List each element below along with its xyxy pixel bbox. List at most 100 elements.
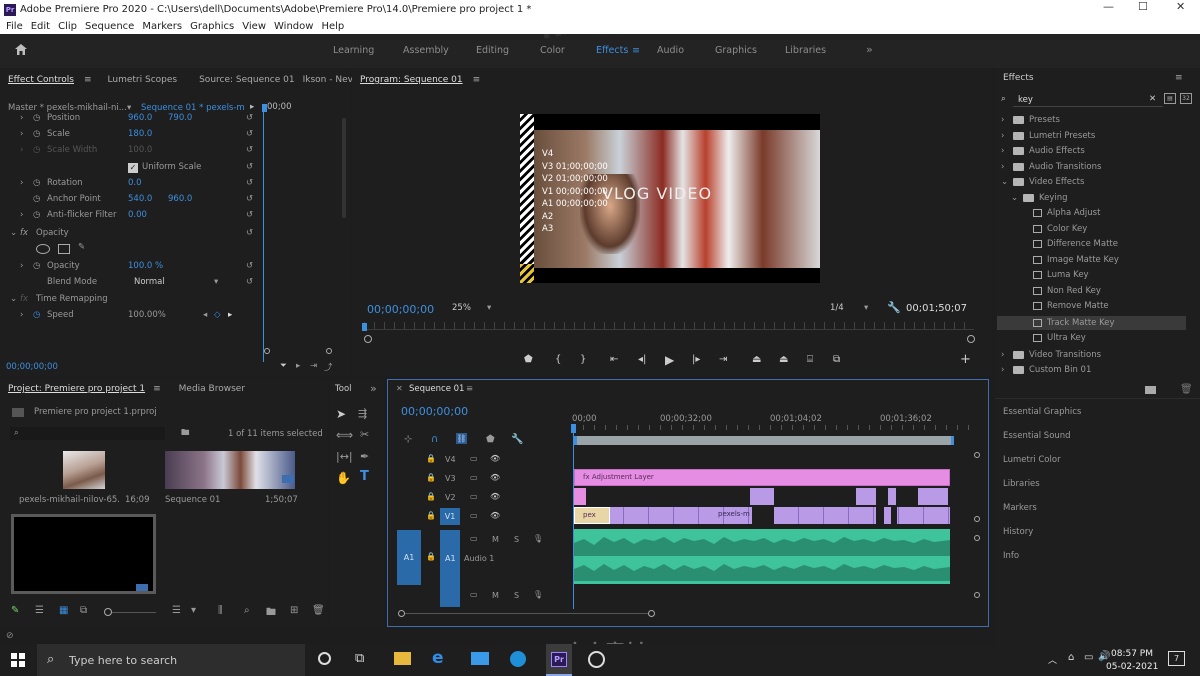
- expand-arrow-icon[interactable]: ›: [20, 145, 23, 155]
- menu-window[interactable]: Window: [274, 21, 313, 32]
- panel-history[interactable]: History: [1003, 527, 1033, 537]
- v2-clip[interactable]: [750, 488, 774, 505]
- rectangle-mask-icon[interactable]: [58, 244, 70, 254]
- stopwatch-icon[interactable]: ◷: [33, 178, 40, 188]
- lock-icon[interactable]: 🔒: [426, 473, 436, 482]
- collapse-arrow-icon[interactable]: ⌄: [1011, 193, 1023, 203]
- clear-search-icon[interactable]: ✕: [1149, 94, 1156, 104]
- vertical-scroll-handle[interactable]: [974, 452, 980, 458]
- reset-icon[interactable]: ↺: [246, 210, 253, 220]
- horizontal-zoom-handle-right[interactable]: [648, 610, 655, 617]
- export-frame-camera-icon[interactable]: ⌸: [807, 354, 813, 365]
- pen-tool-icon[interactable]: ✒: [360, 450, 369, 463]
- eye-icon[interactable]: 👁: [490, 492, 500, 501]
- anchor-x-value[interactable]: 540.0: [128, 194, 152, 204]
- ruler-ticks[interactable]: [572, 425, 972, 430]
- timeline-playhead[interactable]: [571, 424, 576, 433]
- reset-icon[interactable]: ↺: [246, 277, 253, 287]
- show-hidden-icons-icon[interactable]: ︿: [1048, 653, 1057, 666]
- tree-item-lumetri-presets[interactable]: › Lumetri Presets: [1001, 129, 1095, 143]
- expand-arrow-icon[interactable]: ›: [20, 129, 23, 139]
- tree-item-audio-effects[interactable]: › Audio Effects: [1001, 144, 1085, 158]
- tab-project[interactable]: Project: Premiere pro project 1: [0, 384, 153, 394]
- expand-arrow-icon[interactable]: ›: [20, 261, 23, 271]
- uniform-scale-checkbox[interactable]: ✓: [128, 163, 138, 173]
- close-icon[interactable]: ✕: [1176, 0, 1185, 13]
- sequence-clip-label[interactable]: Sequence 01 * pexels-m: [141, 103, 245, 113]
- menu-markers[interactable]: Markers: [142, 21, 182, 32]
- solo-button[interactable]: S: [514, 591, 519, 600]
- workspace-libraries[interactable]: Libraries: [785, 45, 826, 56]
- dropdown-arrow-icon[interactable]: ▾: [214, 277, 218, 287]
- filter-icon[interactable]: ⏷: [280, 361, 287, 371]
- hand-tool-icon[interactable]: ✋: [336, 471, 351, 485]
- extract-icon[interactable]: ⏏: [779, 354, 788, 365]
- adjustment-layer-clip[interactable]: fx Adjustment Layer: [574, 469, 950, 486]
- effects-search-input[interactable]: key: [1018, 95, 1033, 105]
- delete-icon[interactable]: 🗑: [1180, 384, 1193, 395]
- expand-arrow-icon[interactable]: ›: [20, 113, 23, 123]
- menu-edit[interactable]: Edit: [31, 21, 50, 32]
- sort-icon[interactable]: ☰: [172, 605, 181, 616]
- master-clip-label[interactable]: Master * pexels-mikhail-ni...: [8, 103, 128, 113]
- stopwatch-icon[interactable]: ◷: [33, 261, 40, 271]
- menu-file[interactable]: File: [6, 21, 23, 32]
- mail-icon[interactable]: [471, 652, 489, 665]
- voiceover-mic-icon[interactable]: 🎙: [533, 590, 543, 599]
- vertical-scroll-handle[interactable]: [974, 592, 980, 598]
- effects-menu-icon[interactable]: ≡: [1175, 73, 1183, 83]
- blend-mode-select[interactable]: Normal: [134, 277, 165, 287]
- more-panels-icon[interactable]: »: [370, 382, 377, 395]
- snap-icon[interactable]: ∩: [431, 434, 438, 445]
- workspace-editing[interactable]: Editing: [476, 45, 509, 56]
- app-icon[interactable]: [588, 651, 605, 668]
- lift-icon[interactable]: ⏏: [752, 354, 761, 365]
- panel-markers[interactable]: Markers: [1003, 503, 1037, 513]
- list-view-icon[interactable]: ☰: [35, 605, 44, 616]
- reset-icon[interactable]: ↺: [246, 129, 253, 139]
- zoom-slider-track[interactable]: [112, 612, 156, 613]
- lock-icon[interactable]: 🔒: [426, 454, 436, 463]
- status-icon[interactable]: ⊘: [6, 631, 14, 641]
- linked-selection-icon[interactable]: ⛓: [456, 433, 467, 444]
- program-zoom-handle-left[interactable]: [364, 335, 372, 343]
- nest-icon[interactable]: ⊹: [404, 434, 412, 445]
- sync-lock-icon[interactable]: ▭: [470, 454, 478, 463]
- vertical-scroll-handle[interactable]: [974, 535, 980, 541]
- tree-item-audio-transitions[interactable]: › Audio Transitions: [1001, 160, 1101, 174]
- comparison-view-icon[interactable]: ⧉: [833, 354, 840, 365]
- play-only-audio-icon[interactable]: ▸: [250, 102, 254, 112]
- automate-to-sequence-icon[interactable]: ⫼: [218, 605, 223, 616]
- menu-sequence[interactable]: Sequence: [85, 21, 134, 32]
- workspace-assembly[interactable]: Assembly: [403, 45, 449, 56]
- ec-scrollbar[interactable]: [342, 118, 346, 218]
- type-tool-icon[interactable]: T: [360, 469, 369, 484]
- clear-icon[interactable]: 🗑: [312, 605, 325, 616]
- pen-mask-icon[interactable]: ✎: [78, 242, 85, 252]
- new-bin-icon[interactable]: [1145, 386, 1156, 394]
- new-item-icon[interactable]: ⊞: [290, 605, 298, 616]
- zoom-handle-right[interactable]: [326, 348, 332, 354]
- more-workspaces-icon[interactable]: »: [866, 43, 873, 56]
- timeline-settings-wrench-icon[interactable]: 🔧: [511, 434, 523, 445]
- reset-icon[interactable]: ↺: [246, 162, 253, 172]
- sequence-thumbnail[interactable]: [165, 451, 295, 489]
- timeline-menu-icon[interactable]: ≡: [466, 384, 473, 394]
- home-icon[interactable]: [14, 43, 28, 56]
- source-patch-a1[interactable]: A1: [397, 530, 421, 585]
- position-y-value[interactable]: 790.0: [168, 113, 192, 123]
- track-label[interactable]: V1: [440, 508, 460, 525]
- playback-resolution-select[interactable]: 1/4: [830, 303, 844, 313]
- reset-icon[interactable]: ↺: [246, 261, 253, 271]
- file-explorer-icon[interactable]: [394, 652, 411, 665]
- preview-thumbnail[interactable]: [11, 514, 156, 594]
- scale-value[interactable]: 180.0: [128, 129, 152, 139]
- sequence-tab-title[interactable]: Sequence 01: [409, 384, 464, 394]
- step-forward-icon[interactable]: |▸: [692, 354, 700, 365]
- add-marker-icon[interactable]: ⬟: [524, 354, 533, 365]
- effect-remove-matte[interactable]: Remove Matte: [1033, 299, 1109, 313]
- sync-lock-icon[interactable]: ▭: [470, 473, 478, 482]
- program-time-ruler[interactable]: [364, 322, 974, 330]
- freeform-view-icon[interactable]: ⧉: [80, 605, 87, 616]
- project-search-input[interactable]: [10, 427, 165, 440]
